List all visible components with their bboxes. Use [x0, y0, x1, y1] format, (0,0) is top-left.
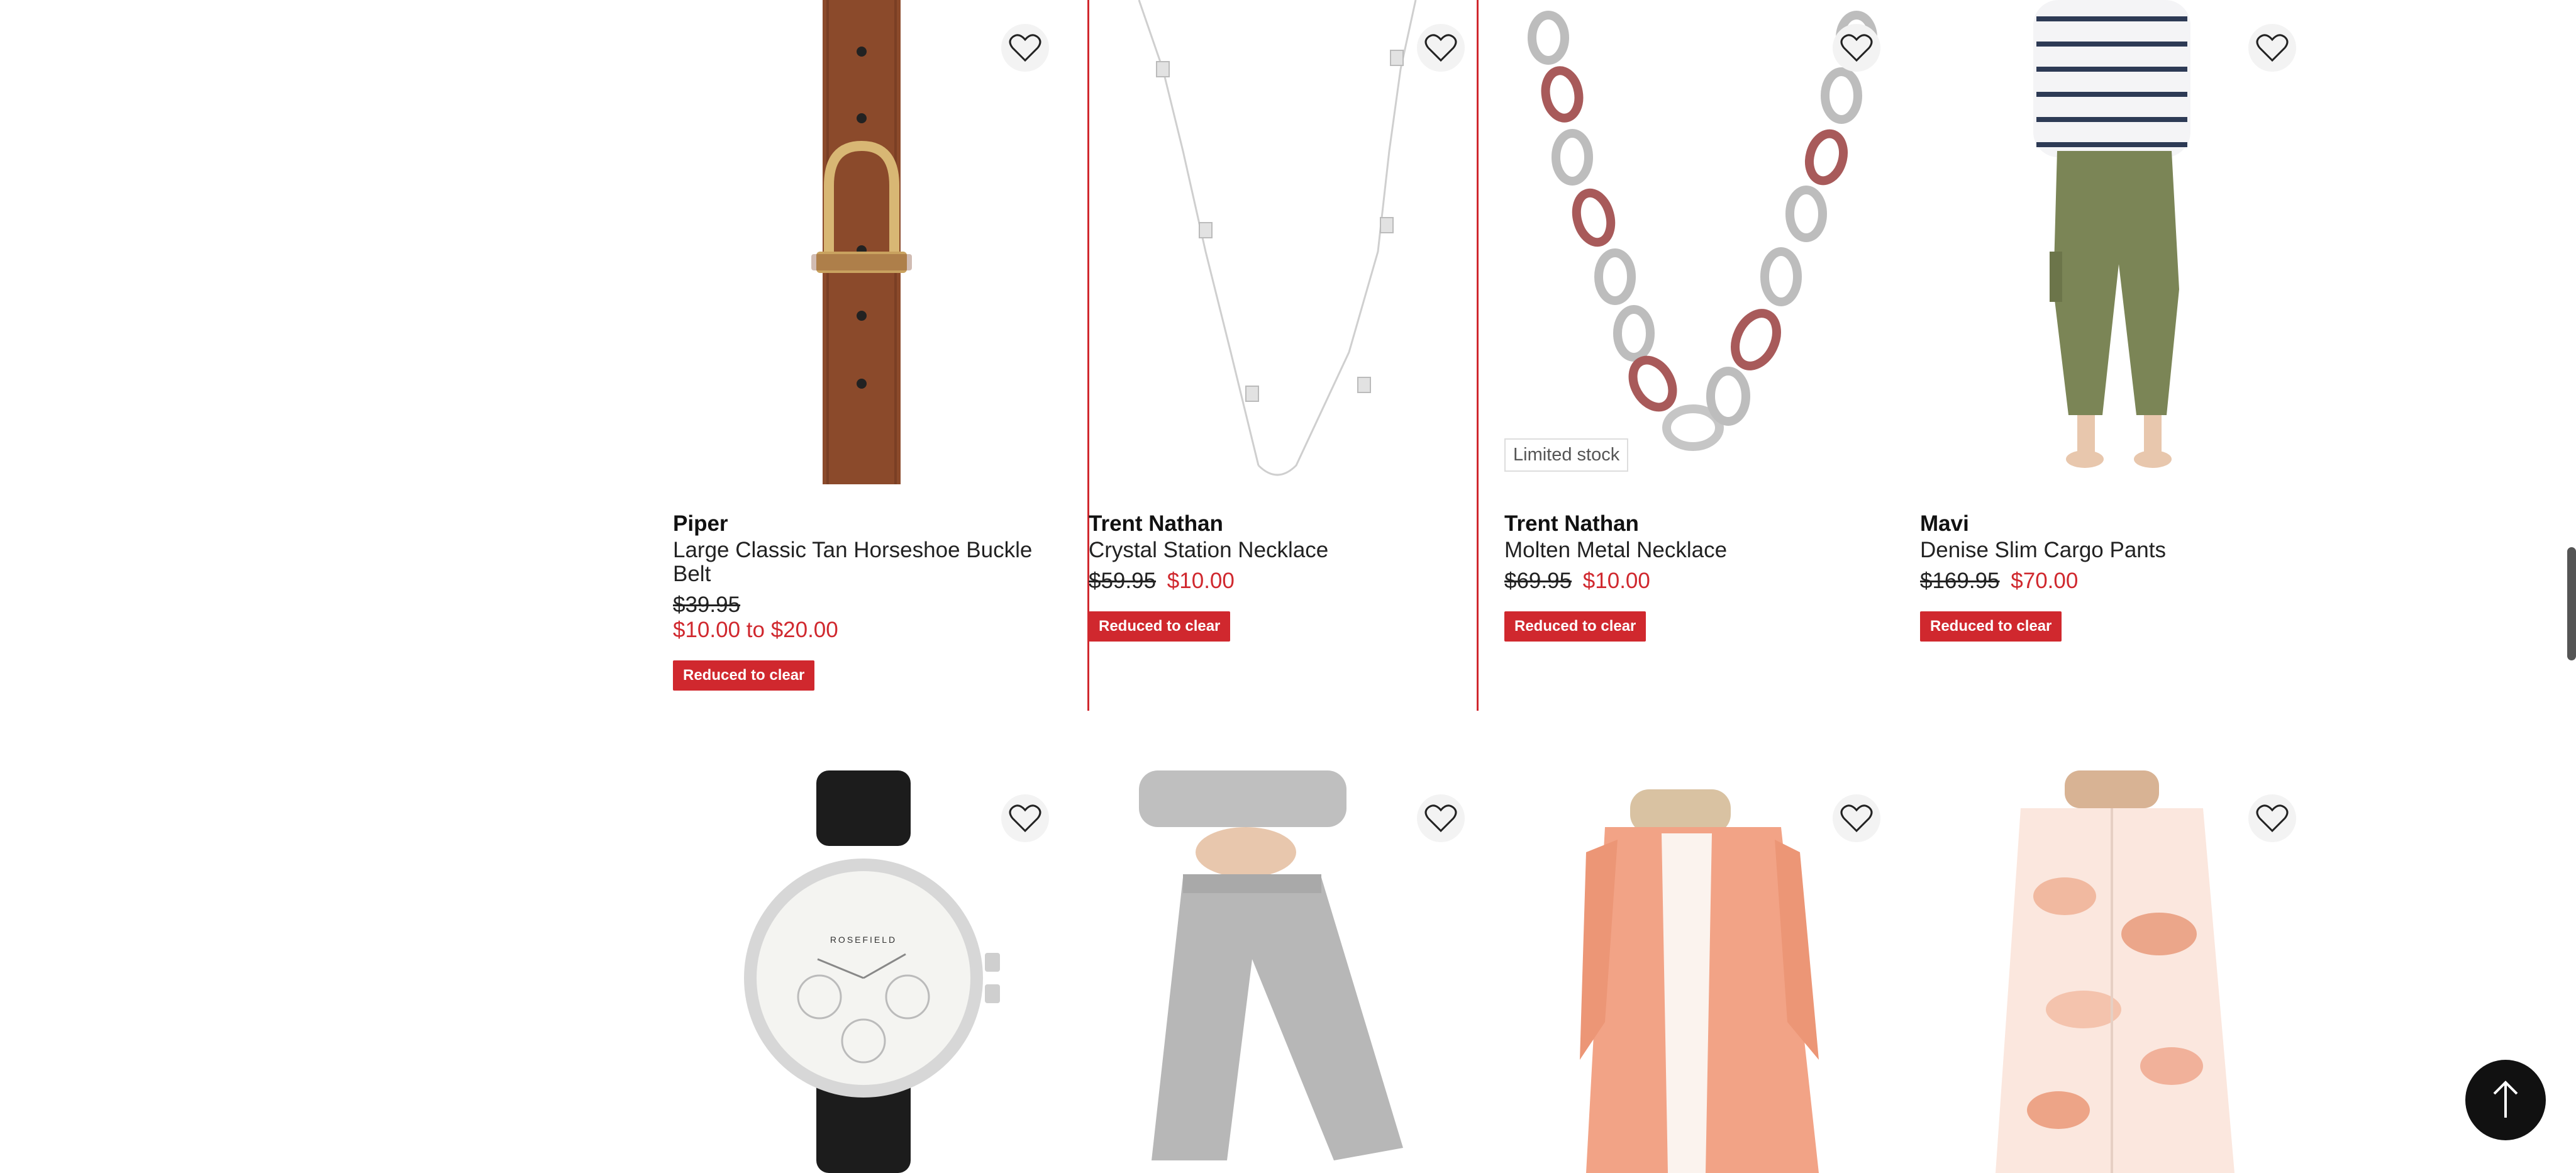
watch-brand-text: ROSEFIELD [830, 935, 897, 945]
product-prices: $39.95 $10.00 to $20.00 [673, 592, 1063, 643]
cargo-pants-image [2033, 0, 2190, 468]
sale-price: $70.00 [2011, 569, 2079, 593]
wishlist-button[interactable] [1833, 794, 1880, 842]
reduced-badge: Reduced to clear [673, 660, 815, 691]
scrollbar-thumb[interactable] [2567, 547, 2576, 660]
product-card[interactable] [1920, 770, 2310, 1173]
necklace-image [1138, 0, 1417, 476]
product-prices: $169.95 $70.00 [1920, 569, 2310, 594]
product-image[interactable] [1920, 0, 2310, 484]
wishlist-button[interactable] [1001, 24, 1049, 72]
reduced-badge: Reduced to clear [1089, 611, 1231, 642]
reduced-badge: Reduced to clear [1504, 611, 1646, 642]
arrow-up-icon [2493, 1081, 2518, 1118]
heart-icon [1840, 804, 1873, 833]
product-name[interactable]: Large Classic Tan Horseshoe Buckle Belt [673, 538, 1063, 586]
chain-necklace-image [1528, 11, 1877, 451]
back-to-top-button[interactable] [2465, 1060, 2546, 1140]
product-image[interactable] [1504, 770, 1894, 1173]
heart-icon [2256, 804, 2289, 833]
wishlist-button[interactable] [2248, 24, 2296, 72]
product-info: Piper Large Classic Tan Horseshoe Buckle… [673, 511, 1063, 691]
product-card[interactable]: Mavi Denise Slim Cargo Pants $169.95 $70… [1920, 0, 2310, 711]
heart-icon [1840, 34, 1873, 62]
sale-price: $10.00 [1167, 569, 1235, 593]
product-row: ROSEFIELD [673, 770, 2340, 1173]
original-price: $69.95 [1504, 569, 1572, 593]
heart-icon [1424, 34, 1457, 62]
heart-icon [1009, 34, 1041, 62]
product-brand[interactable]: Trent Nathan [1504, 511, 1894, 537]
product-image[interactable]: ROSEFIELD [673, 770, 1063, 1173]
product-name[interactable]: Molten Metal Necklace [1504, 538, 1894, 562]
product-name[interactable]: Denise Slim Cargo Pants [1920, 538, 2310, 562]
original-price: $169.95 [1920, 569, 2000, 593]
product-card[interactable]: ROSEFIELD [673, 770, 1063, 1173]
sale-price: $10.00 [1582, 569, 1650, 593]
product-card[interactable]: Limited stock Trent Nathan Molten Metal … [1504, 0, 1894, 711]
heart-icon [1009, 804, 1041, 833]
product-image[interactable]: Limited stock [1504, 0, 1894, 484]
product-brand[interactable]: Mavi [1920, 511, 2310, 537]
product-brand[interactable]: Piper [673, 511, 1063, 537]
wishlist-button[interactable] [1001, 794, 1049, 842]
limited-stock-badge: Limited stock [1504, 438, 1629, 472]
sale-price: $10.00 to $20.00 [673, 618, 838, 642]
product-name[interactable]: Crystal Station Necklace [1089, 538, 1479, 562]
wishlist-button[interactable] [1417, 794, 1465, 842]
product-image[interactable] [1920, 770, 2310, 1173]
product-image[interactable] [1089, 770, 1479, 1173]
heart-icon [2256, 34, 2289, 62]
original-price: $59.95 [1089, 569, 1157, 593]
belt-image [811, 0, 912, 484]
heart-icon [1424, 804, 1457, 833]
product-row: Piper Large Classic Tan Horseshoe Buckle… [673, 0, 2340, 711]
product-card[interactable] [1089, 770, 1479, 1173]
product-info: Mavi Denise Slim Cargo Pants $169.95 $70… [1920, 511, 2310, 642]
product-card[interactable] [1504, 770, 1894, 1173]
product-info: Trent Nathan Molten Metal Necklace $69.9… [1504, 511, 1894, 642]
product-card[interactable]: Trent Nathan Crystal Station Necklace $5… [1087, 0, 1479, 711]
wishlist-button[interactable] [1417, 24, 1465, 72]
product-info: Trent Nathan Crystal Station Necklace $5… [1089, 511, 1479, 642]
product-image[interactable] [1089, 0, 1479, 484]
wishlist-button[interactable] [2248, 794, 2296, 842]
product-prices: $69.95 $10.00 [1504, 569, 1894, 594]
original-price: $39.95 [673, 592, 741, 617]
product-brand[interactable]: Trent Nathan [1089, 511, 1479, 537]
product-image[interactable] [673, 0, 1063, 484]
reduced-badge: Reduced to clear [1920, 611, 2062, 642]
product-prices: $59.95 $10.00 [1089, 569, 1479, 594]
wishlist-button[interactable] [1833, 24, 1880, 72]
product-card[interactable]: Piper Large Classic Tan Horseshoe Buckle… [673, 0, 1063, 711]
